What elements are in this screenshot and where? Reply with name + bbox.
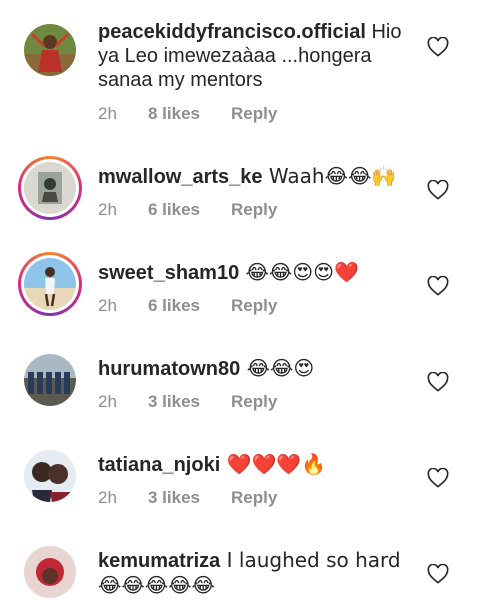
comment-username[interactable]: sweet_sham10 xyxy=(98,262,239,284)
comment-username[interactable]: peacekiddyfrancisco.official xyxy=(98,21,366,43)
comment-text: tatiana_njoki ❤️❤️❤️🔥 xyxy=(98,452,418,477)
avatar[interactable] xyxy=(18,156,82,220)
reply-button[interactable]: Reply xyxy=(231,296,277,316)
avatar[interactable] xyxy=(18,18,82,82)
comment-likes[interactable]: 6 likes xyxy=(148,200,231,220)
comment-username[interactable]: tatiana_njoki xyxy=(98,454,220,476)
comment-likes[interactable]: 3 likes xyxy=(148,488,231,508)
comment-time: 2h xyxy=(98,104,117,123)
comment-username[interactable]: kemumatriza xyxy=(98,550,220,572)
comment-time: 2h xyxy=(98,200,117,219)
comment-meta: 2h 3 likes Reply xyxy=(98,488,277,508)
reply-button[interactable]: Reply xyxy=(231,488,277,508)
reply-button[interactable]: Reply xyxy=(231,200,277,220)
comment-body: 😂😂😍 xyxy=(240,356,315,380)
heart-outline-icon[interactable] xyxy=(427,372,449,392)
comment-text: peacekiddyfrancisco.official Hio ya Leo … xyxy=(98,20,418,92)
heart-outline-icon[interactable] xyxy=(427,468,449,488)
comment-text: sweet_sham10 😂😂😍😍❤️ xyxy=(98,260,418,285)
reply-button[interactable]: Reply xyxy=(231,104,277,124)
heart-outline-icon[interactable] xyxy=(427,564,449,584)
comment-username[interactable]: hurumatown80 xyxy=(98,358,240,380)
avatar-image xyxy=(24,24,76,76)
avatar-image xyxy=(24,546,76,598)
comment-time: 2h xyxy=(98,488,117,507)
heart-outline-icon[interactable] xyxy=(427,37,449,57)
avatar[interactable] xyxy=(18,540,82,604)
comment-likes[interactable]: 8 likes xyxy=(148,104,231,124)
heart-outline-icon[interactable] xyxy=(427,180,449,200)
avatar-image xyxy=(24,162,76,214)
comment-meta: 2h 8 likes Reply xyxy=(98,104,277,124)
avatar-image xyxy=(24,450,76,502)
comment-text: hurumatown80 😂😂😍 xyxy=(98,356,418,381)
comment-text: kemumatriza I laughed so hard 😂😂😂😂😂 xyxy=(98,548,418,598)
avatar-image xyxy=(24,258,76,310)
comment-meta: 2h 3 likes Reply xyxy=(98,392,277,412)
comment-time: 2h xyxy=(98,296,117,315)
avatar-image xyxy=(24,354,76,406)
comment-body: Waah😂😂🙌 xyxy=(262,164,397,188)
comment-body: ❤️❤️❤️🔥 xyxy=(220,452,327,476)
comment-meta: 2h 6 likes Reply xyxy=(98,200,277,220)
comment-meta: 2h 6 likes Reply xyxy=(98,296,277,316)
avatar[interactable] xyxy=(18,252,82,316)
reply-button[interactable]: Reply xyxy=(231,392,277,412)
comment-likes[interactable]: 6 likes xyxy=(148,296,231,316)
comment-text: mwallow_arts_ke Waah😂😂🙌 xyxy=(98,164,418,189)
avatar[interactable] xyxy=(18,348,82,412)
comment-body: 😂😂😍😍❤️ xyxy=(239,260,359,284)
comment-username[interactable]: mwallow_arts_ke xyxy=(98,166,263,188)
comment-time: 2h xyxy=(98,392,117,411)
comment-likes[interactable]: 3 likes xyxy=(148,392,231,412)
heart-outline-icon[interactable] xyxy=(427,276,449,296)
avatar[interactable] xyxy=(18,444,82,508)
